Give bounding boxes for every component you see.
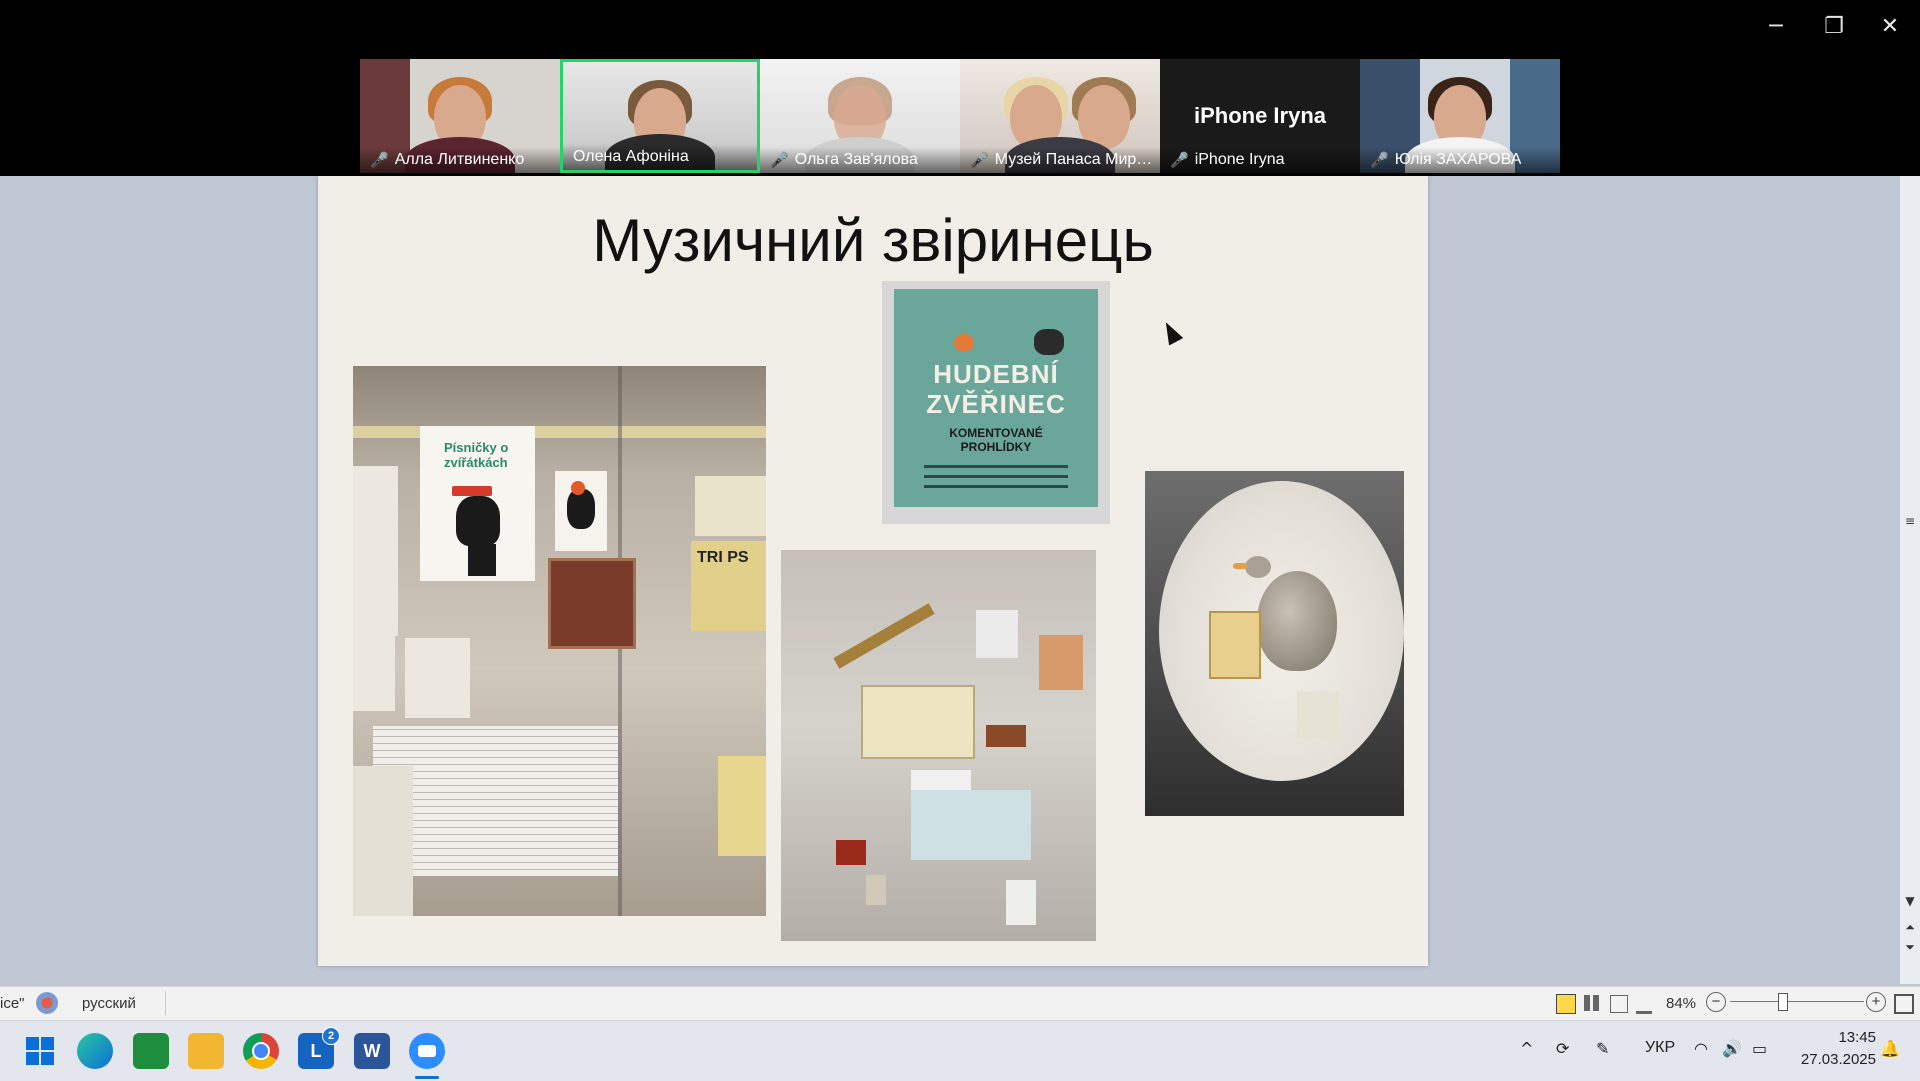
book-title: Písničky o zvířátkách	[444, 440, 509, 470]
participant-namebar: 🎤 iPhone Iryna	[1160, 147, 1360, 173]
participant-name: Олена Афоніна	[573, 148, 689, 165]
mic-muted-icon: 🎤	[770, 151, 789, 169]
slide-title: Музичний звіринець	[592, 207, 1154, 274]
sign-text: TRI PS	[697, 549, 749, 566]
slideshow-view-icon[interactable]	[1636, 995, 1652, 1014]
clock-date[interactable]: 27.03.2025	[1790, 1051, 1876, 1068]
normal-view-icon[interactable]	[1556, 994, 1576, 1014]
participant-name: Ольга Зав'ялова	[794, 151, 918, 168]
poster-title-line2: ZVĚŘINEC	[926, 389, 1066, 419]
participant-strip: 🎤 Алла Литвиненко Олена Афоніна 🎤 Ольга …	[360, 59, 1560, 173]
restore-button[interactable]: ❐	[1806, 8, 1862, 44]
participant-tile[interactable]: 🎤 Алла Литвиненко	[360, 59, 560, 173]
battery-icon[interactable]: ▭	[1752, 1039, 1767, 1058]
active-app-indicator	[415, 1076, 439, 1079]
participant-name: Музей Панаса Мирно...	[994, 151, 1160, 168]
zoom-slider-thumb[interactable]	[1778, 993, 1788, 1011]
notifications-bell-icon[interactable]: 🔔	[1880, 1039, 1900, 1058]
minimize-button[interactable]: ─	[1748, 8, 1804, 44]
next-page-icon[interactable]: ⏷	[1900, 940, 1920, 955]
vertical-scrollbar[interactable]: ≡ ▼ ⏶ ⏷	[1900, 176, 1920, 984]
book-cover: Písničky o zvířátkách	[420, 426, 535, 581]
participant-namebar: Олена Афоніна	[563, 144, 757, 170]
participant-name: Юлія ЗАХАРОВА	[1394, 151, 1522, 168]
zoom-slider-track[interactable]	[1730, 1001, 1864, 1002]
zoom-level[interactable]: 84%	[1666, 995, 1696, 1012]
exhibit-photo-goose	[1145, 471, 1404, 816]
participant-tile[interactable]: 🎤 Ольга Зав'ялова	[760, 59, 960, 173]
windows-taskbar: L 2 W ^ ⟳ ✎ УКР ◠ 🔊 ▭ 13:45 27.03.2025 🔔	[0, 1020, 1920, 1081]
mic-muted-icon: 🎤	[970, 151, 989, 169]
exhibit-poster-photo: HUDEBNÍ ZVĚŘINEC KOMENTOVANÉ PROHLÍDKY	[882, 281, 1110, 524]
participant-namebar: 🎤 Музей Панаса Мирно...	[960, 147, 1160, 173]
reading-view-icon[interactable]	[1610, 995, 1628, 1013]
participant-name: iPhone Iryna	[1194, 151, 1285, 168]
clock-time[interactable]: 13:45	[1796, 1029, 1876, 1046]
participant-tile[interactable]: 🎤 Музей Панаса Мирно...	[960, 59, 1160, 173]
chrome-browser-icon[interactable]	[243, 1033, 279, 1069]
participant-namebar: 🎤 Юлія ЗАХАРОВА	[1360, 147, 1560, 173]
mic-muted-icon: 🎤	[1170, 151, 1189, 169]
app-l-icon[interactable]: L 2	[298, 1027, 340, 1069]
zoom-in-button[interactable]: +	[1866, 992, 1886, 1012]
pen-input-icon[interactable]: ✎	[1596, 1039, 1609, 1058]
volume-icon[interactable]: 🔊	[1722, 1039, 1742, 1058]
document-status-bar: ice" русский 84% − +	[0, 986, 1920, 1021]
participant-namebar: 🎤 Ольга Зав'ялова	[760, 147, 960, 173]
edge-browser-icon[interactable]	[77, 1033, 113, 1069]
close-button[interactable]: ✕	[1862, 8, 1918, 44]
classroom-app-icon[interactable]	[133, 1033, 169, 1069]
wifi-icon[interactable]: ◠	[1694, 1039, 1708, 1058]
zoom-app-icon[interactable]	[409, 1033, 445, 1069]
participant-tile[interactable]: 🎤 Юлія ЗАХАРОВА	[1360, 59, 1560, 173]
exhibit-photo-wall	[781, 550, 1096, 941]
slide-sorter-view-icon[interactable]	[1584, 995, 1600, 1011]
participant-display-name: iPhone Iryna	[1193, 103, 1327, 128]
goose-figure	[1257, 571, 1337, 671]
spellcheck-icon[interactable]	[36, 992, 58, 1014]
previous-page-icon[interactable]: ⏶	[1900, 920, 1920, 935]
input-language-indicator[interactable]: УКР	[1645, 1039, 1675, 1057]
presentation-slide: Музичний звіринець Písničky o zvířátkách…	[318, 176, 1428, 966]
language-indicator[interactable]: русский	[82, 995, 136, 1012]
poster-title-line1: HUDEBNÍ	[933, 359, 1059, 389]
zoom-out-button[interactable]: −	[1706, 992, 1726, 1012]
scroll-down-arrow-icon[interactable]: ▼	[1900, 894, 1920, 908]
mic-muted-icon: 🎤	[1370, 151, 1389, 169]
exhibit-photo-case: Písničky o zvířátkách TRI PS	[353, 366, 766, 916]
windows-start-icon[interactable]	[22, 1033, 58, 1069]
scroll-thumb-icon[interactable]: ≡	[1900, 514, 1920, 528]
show-hidden-icons-chevron[interactable]: ^	[1520, 1039, 1533, 1058]
poster-subtitle-line2: PROHLÍDKY	[960, 440, 1032, 454]
sync-icon[interactable]: ⟳	[1556, 1039, 1569, 1058]
notification-badge: 2	[322, 1027, 340, 1045]
poster-subtitle-line1: KOMENTOVANÉ	[949, 426, 1043, 440]
participant-tile-no-video[interactable]: iPhone Iryna 🎤 iPhone Iryna	[1160, 59, 1360, 173]
status-text: ice"	[0, 995, 25, 1012]
participant-name: Алла Литвиненко	[394, 151, 525, 168]
file-explorer-icon[interactable]	[188, 1033, 224, 1069]
word-app-icon[interactable]: W	[354, 1033, 390, 1069]
participant-tile-active[interactable]: Олена Афоніна	[560, 59, 760, 173]
mic-muted-icon: 🎤	[370, 151, 389, 169]
participant-namebar: 🎤 Алла Литвиненко	[360, 147, 560, 173]
fit-to-window-icon[interactable]	[1894, 994, 1914, 1014]
zoom-top-bar: ─ ❐ ✕ 🎤 Алла Литвиненко Олена Афоніна 🎤 …	[0, 0, 1920, 176]
divider	[165, 991, 166, 1015]
